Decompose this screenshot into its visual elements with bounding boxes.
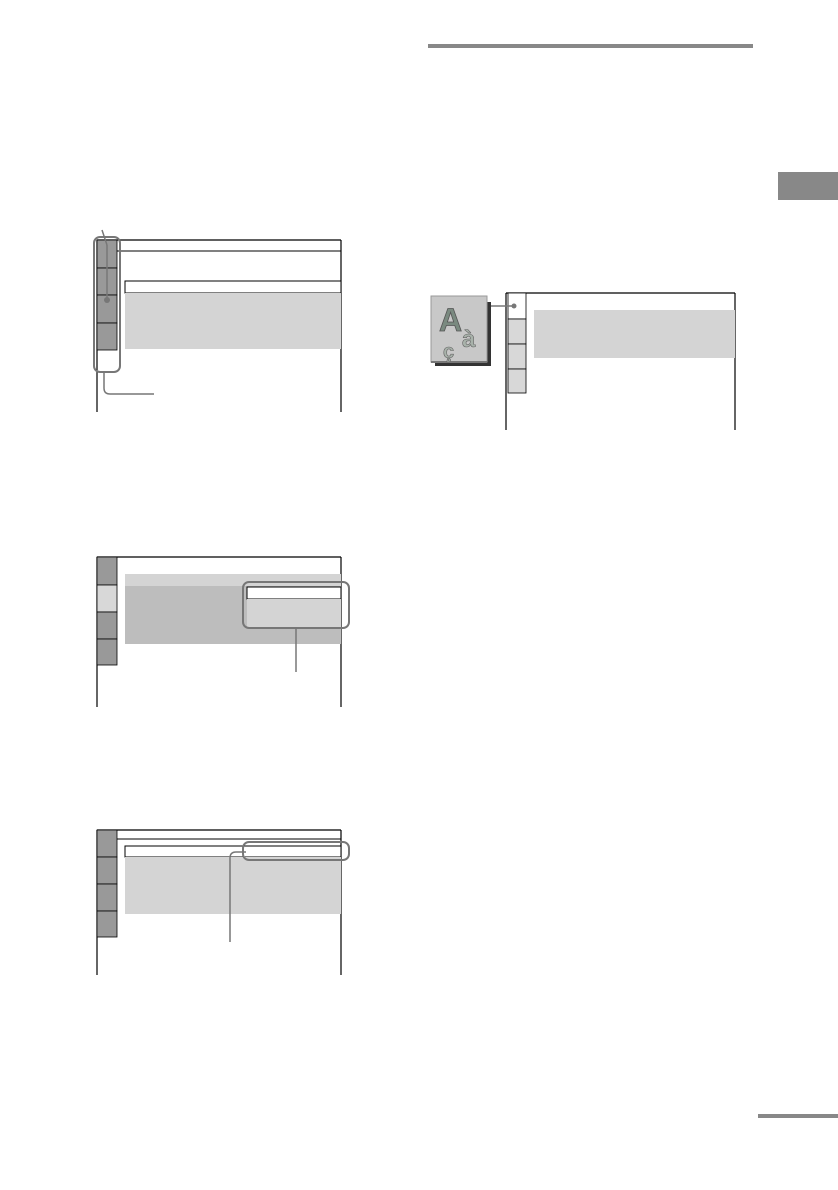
tab-3 [507, 343, 527, 370]
tab-4 [96, 322, 118, 351]
svg-text:ç: ç [443, 341, 454, 363]
language-icon: A à ç [430, 295, 491, 366]
options-panel [125, 857, 341, 914]
tab-4 [507, 368, 527, 394]
setup-display-illustration-3 [96, 829, 350, 975]
setting-values-panel [247, 599, 341, 627]
tab-3 [96, 883, 118, 912]
tab-2 [96, 584, 118, 613]
language-display-illustration: A à ç [430, 292, 736, 430]
setup-display-illustration-1 [93, 229, 342, 412]
selected-item-box [124, 280, 342, 294]
tab-4 [96, 910, 118, 938]
tab-4 [96, 638, 118, 666]
tab-2 [507, 318, 527, 345]
tab-1 [96, 556, 118, 586]
tab-3 [96, 611, 118, 640]
chapter-tab [778, 172, 838, 200]
options-panel [125, 293, 341, 349]
callout-line-bottom [103, 372, 154, 395]
callout-dot-top [104, 297, 110, 303]
page-turn-rule [758, 1114, 838, 1118]
options-panel [534, 310, 735, 358]
callout-dot [511, 303, 517, 309]
tab-2 [96, 856, 118, 885]
tab-1 [96, 829, 118, 858]
selected-item-box [124, 845, 342, 858]
section-rule [428, 44, 753, 48]
setup-display-illustration-2 [96, 556, 350, 707]
svg-text:à: à [462, 326, 476, 353]
menu-header-band [125, 574, 341, 586]
setting-value-box [246, 586, 342, 600]
svg-text:A: A [439, 302, 462, 338]
